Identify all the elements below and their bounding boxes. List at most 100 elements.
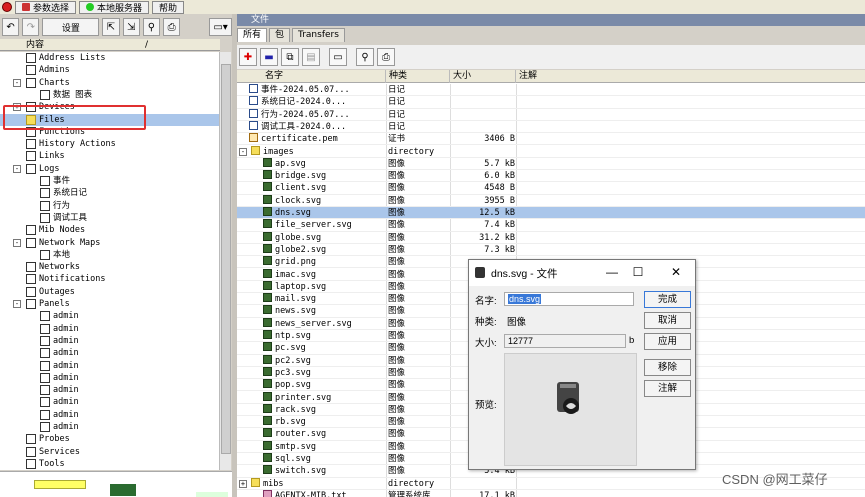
tree-item[interactable]: admin	[0, 323, 219, 335]
stop-icon[interactable]	[2, 2, 12, 12]
help-button[interactable]: 帮助	[152, 0, 185, 14]
tree-item[interactable]: admin	[0, 335, 219, 347]
tree-item-icon	[26, 53, 36, 63]
tree-item[interactable]: 本地	[0, 249, 219, 261]
preferences-button[interactable]: 参数选择	[15, 0, 77, 14]
tree-item[interactable]: 系统日记	[0, 187, 219, 199]
dialog-title: dns.svg - 文件	[491, 267, 558, 280]
minimize-icon[interactable]: —	[603, 264, 621, 280]
tree-item[interactable]: admin	[0, 421, 219, 433]
table-row[interactable]: globe.svg 图像 31.2 kB	[237, 231, 865, 244]
tree-scrollbar-thumb[interactable]	[221, 64, 231, 454]
table-row[interactable]: - images directory	[237, 145, 865, 158]
tree-item[interactable]: Networks	[0, 261, 219, 273]
tree-item[interactable]: admin	[0, 384, 219, 396]
col-note[interactable]: 注解	[516, 70, 865, 83]
print-files-icon[interactable]: ⎙	[377, 48, 395, 66]
tree-item[interactable]: Notifications	[0, 273, 219, 285]
expand-toggle-icon[interactable]: -	[13, 78, 21, 87]
tree-item[interactable]: Links	[0, 150, 219, 162]
note-button[interactable]: 注解	[644, 380, 691, 397]
tab-transfers[interactable]: Transfers	[292, 28, 345, 42]
local-server-button[interactable]: 本地服务器	[79, 0, 150, 14]
tree-scrollbar[interactable]	[219, 52, 231, 470]
table-row[interactable]: 事件-2024.05.07... 日记	[237, 84, 865, 97]
apply-button[interactable]: 应用	[644, 333, 691, 350]
tree-item[interactable]: Probes	[0, 433, 219, 445]
tree-item[interactable]: Outages	[0, 286, 219, 298]
tree-item[interactable]: Tools	[0, 458, 219, 470]
copy-icon[interactable]: ⧉	[281, 48, 299, 66]
add-icon[interactable]: ✚	[239, 48, 257, 66]
tab-all[interactable]: 所有	[237, 28, 268, 42]
redo-icon[interactable]: ↷	[22, 18, 40, 36]
undo-icon[interactable]: ↶	[2, 18, 20, 36]
name-field[interactable]: dns.svg	[504, 292, 634, 306]
remove-button[interactable]: 移除	[644, 359, 691, 376]
tree-item[interactable]: 数据 图表	[0, 89, 219, 101]
tree-item[interactable]: History Actions	[0, 138, 219, 150]
table-row[interactable]: client.svg 图像 4548 B	[237, 182, 865, 195]
tree-item[interactable]: - Charts	[0, 77, 219, 89]
tree-item[interactable]: admin	[0, 360, 219, 372]
tree-item[interactable]: Services	[0, 446, 219, 458]
tree-item[interactable]: - Network Maps	[0, 237, 219, 249]
type-value: 图像	[507, 317, 527, 328]
paste-icon[interactable]: ▤	[302, 48, 320, 66]
done-button[interactable]: 完成	[644, 291, 691, 308]
table-row[interactable]: certificate.pem 证书 3406 B	[237, 133, 865, 146]
tree-item[interactable]: - Logs	[0, 163, 219, 175]
table-row[interactable]: 行为-2024.05.07... 日记	[237, 108, 865, 121]
expand-toggle-icon[interactable]: -	[239, 147, 247, 156]
cell-name-text: grid.png	[275, 257, 316, 268]
tree-item[interactable]: admin	[0, 372, 219, 384]
tree-item[interactable]: Mib Nodes	[0, 224, 219, 236]
expand-toggle-icon[interactable]: -	[13, 300, 21, 308]
import-icon[interactable]: ⇲	[122, 18, 140, 36]
tree-item[interactable]: 调试工具	[0, 212, 219, 224]
table-row[interactable]: AGENTX-MIB.txt 管理系统库 17.1 kB	[237, 489, 865, 497]
print-icon[interactable]: ⎙	[162, 18, 181, 36]
find-icon[interactable]: ⚲	[142, 18, 160, 36]
settings-button[interactable]: 设置	[42, 18, 100, 36]
image-file-icon	[263, 170, 272, 180]
tree-item[interactable]: Address Lists	[0, 52, 219, 64]
tree-header[interactable]: 内容 /	[0, 39, 220, 51]
col-name[interactable]: 名字	[262, 70, 386, 83]
expand-toggle-icon[interactable]: -	[13, 238, 21, 247]
expand-toggle-icon[interactable]: +	[239, 479, 247, 488]
table-row[interactable]: bridge.svg 图像 6.0 kB	[237, 170, 865, 183]
tree-item[interactable]: admin	[0, 409, 219, 421]
remove-icon[interactable]: ▬	[260, 48, 278, 66]
window-layout-icon[interactable]: ▭▾	[209, 18, 233, 36]
table-row[interactable]: 系统日记-2024.0... 日记	[237, 96, 865, 109]
tree-item[interactable]: - Panels	[0, 298, 219, 310]
table-row[interactable]: dns.svg 图像 12.5 kB	[237, 207, 865, 220]
tree-item-label: admin	[53, 311, 79, 322]
expand-toggle-icon[interactable]: -	[13, 164, 21, 173]
cell-type: 图像	[388, 183, 406, 194]
tree-item[interactable]: admin	[0, 310, 219, 322]
tree-item[interactable]: 行为	[0, 200, 219, 212]
tree-item[interactable]: admin	[0, 396, 219, 408]
tree-item[interactable]: admin	[0, 347, 219, 359]
table-row[interactable]: 调试工具-2024.0... 日记	[237, 120, 865, 134]
tree-item-icon	[40, 372, 50, 383]
table-row[interactable]: clock.svg 图像 3955 B	[237, 194, 865, 207]
tree-item[interactable]: 事件	[0, 175, 219, 187]
tree-item[interactable]: Admins	[0, 64, 219, 76]
table-row[interactable]: ap.svg 图像 5.7 kB	[237, 157, 865, 171]
cancel-button[interactable]: 取消	[644, 312, 691, 329]
cell-name-text: 系统日记-2024.0...	[261, 97, 347, 108]
tree-item-label: 系统日记	[53, 188, 88, 199]
col-type[interactable]: 种类	[386, 70, 450, 83]
col-size[interactable]: 大小	[450, 70, 516, 83]
table-row[interactable]: globe2.svg 图像 7.3 kB	[237, 243, 865, 257]
table-row[interactable]: file_server.svg 图像 7.4 kB	[237, 219, 865, 232]
find-files-icon[interactable]: ⚲	[356, 48, 374, 66]
tab-packages[interactable]: 包	[269, 28, 291, 42]
maximize-icon[interactable]: ☐	[629, 264, 647, 280]
note-icon[interactable]: ▭	[329, 48, 347, 66]
close-icon[interactable]: ✕	[667, 264, 685, 280]
export-icon[interactable]: ⇱	[102, 18, 120, 36]
